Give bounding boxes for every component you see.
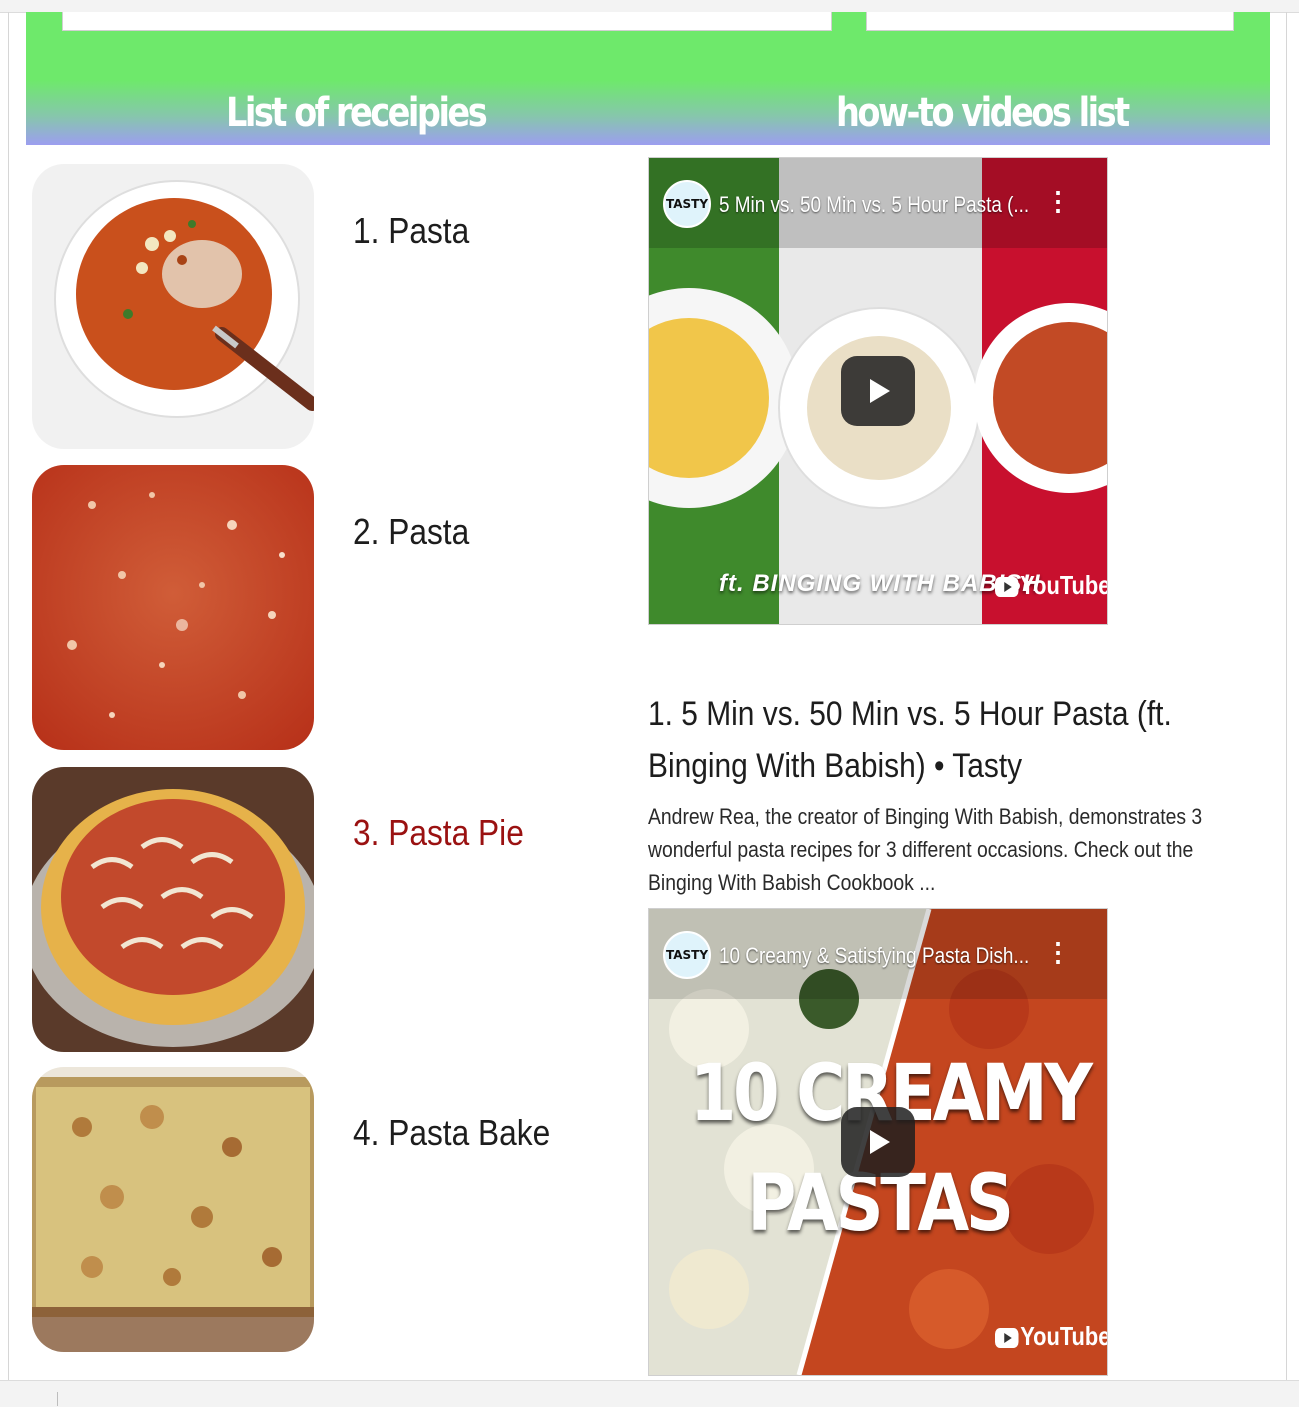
- bottom-divider: [57, 1392, 58, 1406]
- section-title-band: List of receipies how-to videos list: [26, 80, 1270, 145]
- youtube-label: YouTube: [1020, 570, 1108, 600]
- recipe-image-2[interactable]: [32, 465, 314, 750]
- youtube-logo[interactable]: YouTube: [995, 1321, 1108, 1352]
- tasty-channel-badge[interactable]: TASTY: [663, 931, 711, 979]
- header-field-left[interactable]: [62, 12, 832, 31]
- recipe-label-2[interactable]: 2. Pasta: [353, 511, 469, 553]
- recipe-label-4[interactable]: 4. Pasta Bake: [353, 1112, 550, 1154]
- recipes-section-title: List of receipies: [226, 90, 488, 136]
- recipe-label-1[interactable]: 1. Pasta: [353, 210, 469, 252]
- frame-left-border: [8, 12, 9, 1380]
- video-2-thumb-title[interactable]: 10 Creamy & Satisfying Pasta Dish...: [719, 943, 1029, 969]
- tasty-channel-badge[interactable]: TASTY: [663, 180, 711, 228]
- video-embed-1[interactable]: TASTY 5 Min vs. 50 Min vs. 5 Hour Pasta …: [648, 157, 1108, 625]
- video-1-overlay-text: ft. BINGING WITH BABISH: [719, 570, 1041, 597]
- header-field-right[interactable]: [866, 12, 1234, 31]
- video-embed-2[interactable]: TASTY 10 Creamy & Satisfying Pasta Dish.…: [648, 908, 1108, 1376]
- recipe-image-1[interactable]: [32, 164, 314, 449]
- more-options-icon[interactable]: ⋮: [1045, 186, 1071, 217]
- youtube-icon: [995, 1328, 1019, 1348]
- video-1-description: Andrew Rea, the creator of Binging With …: [648, 804, 1203, 895]
- recipe-image-4[interactable]: [32, 1067, 314, 1352]
- browser-bottom-strip: [0, 1380, 1299, 1407]
- frame-right-border: [1286, 12, 1287, 1380]
- youtube-logo[interactable]: YouTube: [995, 570, 1108, 601]
- play-button[interactable]: [841, 1107, 915, 1177]
- play-icon: [870, 1130, 890, 1154]
- play-button[interactable]: [841, 356, 915, 426]
- youtube-icon: [995, 577, 1019, 597]
- recipe-label-3[interactable]: 3. Pasta Pie: [353, 812, 524, 854]
- play-icon: [870, 379, 890, 403]
- video-1-heading[interactable]: 1. 5 Min vs. 50 Min vs. 5 Hour Pasta (ft…: [648, 688, 1194, 792]
- videos-section-title: how-to videos list: [836, 90, 1130, 136]
- video-1-thumb-title[interactable]: 5 Min vs. 50 Min vs. 5 Hour Pasta (...: [719, 192, 1029, 218]
- youtube-label: YouTube: [1020, 1321, 1108, 1351]
- more-options-icon[interactable]: ⋮: [1045, 937, 1071, 968]
- recipe-image-3[interactable]: [32, 767, 314, 1052]
